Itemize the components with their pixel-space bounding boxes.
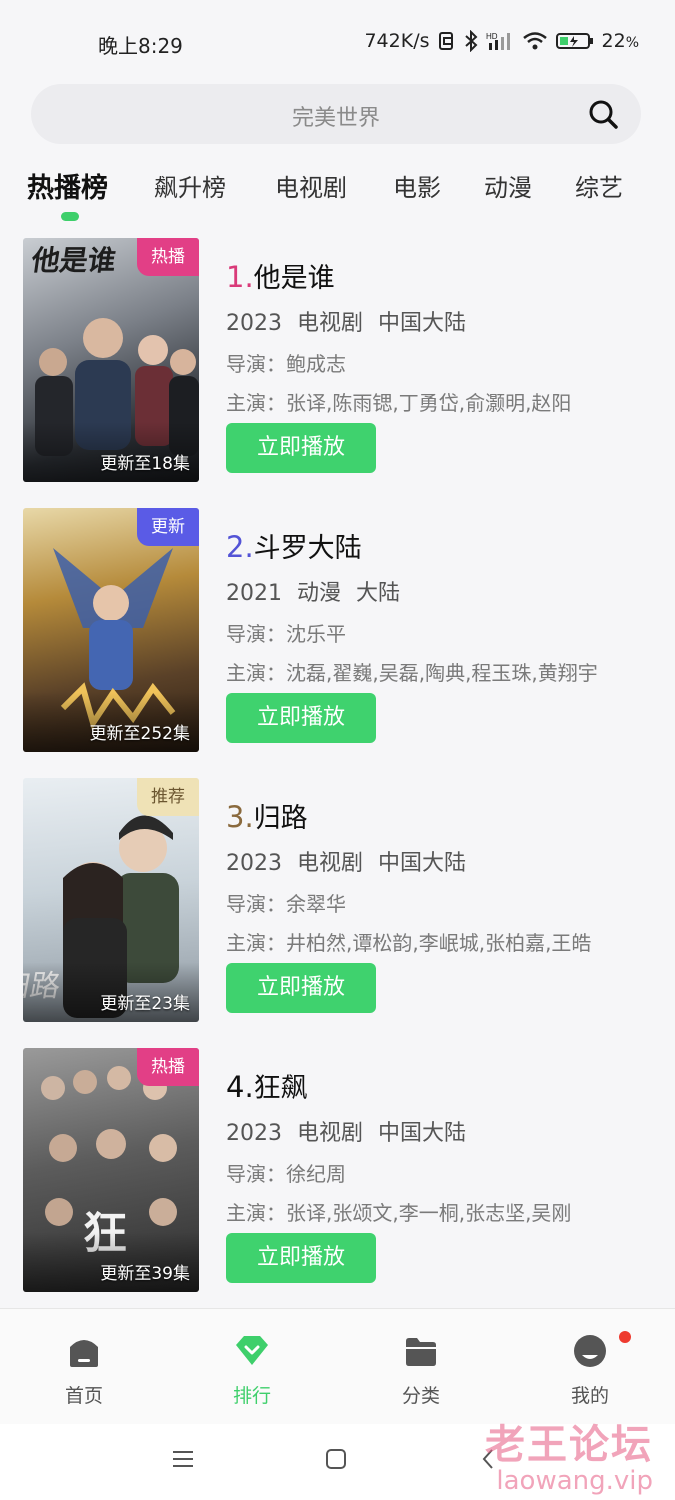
item-region: 大陆 xyxy=(356,581,401,606)
item-type: 电视剧 xyxy=(297,1121,364,1146)
nav-ranking[interactable]: 排行 xyxy=(187,1309,317,1425)
nav-profile-label: 我的 xyxy=(570,1385,609,1407)
home-icon xyxy=(66,1333,102,1369)
list-item[interactable]: 归路 推荐 更新至23集 3.归路 2023 电视剧 中国大陆 导演：余翠华 主… xyxy=(0,778,675,1024)
nav-category[interactable]: 分类 xyxy=(356,1309,486,1425)
item-title-row[interactable]: 3.归路 xyxy=(226,796,308,835)
nav-category-label: 分类 xyxy=(401,1385,440,1407)
item-type: 电视剧 xyxy=(297,311,364,336)
home-square-icon[interactable] xyxy=(325,1448,347,1474)
profile-icon xyxy=(572,1333,608,1369)
signal-icon: HD xyxy=(486,31,514,51)
item-title: 狂飙 xyxy=(253,1073,308,1104)
status-badge: 热播 xyxy=(137,238,199,276)
update-count: 更新至252集 xyxy=(89,724,190,744)
status-bar: 晚上8:29 742K/s HD 22% xyxy=(0,0,675,84)
poster-image[interactable]: 归路 推荐 更新至23集 xyxy=(23,778,199,1022)
battery-icon xyxy=(555,31,594,51)
item-title-row[interactable]: 4.狂飙 xyxy=(226,1066,308,1105)
item-region: 中国大陆 xyxy=(378,1121,467,1146)
folder-icon xyxy=(403,1333,439,1369)
item-meta: 2023 电视剧 中国大陆 xyxy=(226,305,474,337)
nav-ranking-label: 排行 xyxy=(232,1385,271,1407)
status-time: 晚上8:29 xyxy=(98,34,183,58)
play-button[interactable]: 立即播放 xyxy=(226,1233,376,1283)
item-cast: 主演：井柏然,谭松韵,李岷城,张柏嘉,王皓 xyxy=(226,931,592,955)
item-year: 2023 xyxy=(226,1121,282,1146)
net-speed: 742K/s xyxy=(364,30,430,52)
tab-anime[interactable]: 动漫 xyxy=(484,168,532,203)
search-input[interactable]: 完美世界 xyxy=(31,100,641,132)
item-year: 2021 xyxy=(226,581,282,606)
nfc-icon xyxy=(438,31,456,51)
item-meta: 2021 动漫 大陆 xyxy=(226,575,408,607)
rank-number: 1. xyxy=(226,260,254,294)
item-year: 2023 xyxy=(226,311,282,336)
item-director: 导演：鲍成志 xyxy=(226,352,346,376)
rank-number: 3. xyxy=(226,800,254,834)
status-badge: 热播 xyxy=(137,1048,199,1086)
poster-image[interactable]: 更新 更新至252集 xyxy=(23,508,199,752)
play-button[interactable]: 立即播放 xyxy=(226,423,376,473)
update-count: 更新至18集 xyxy=(100,454,190,474)
item-cast: 主演：张译,张颂文,李一桐,张志坚,吴刚 xyxy=(226,1201,572,1225)
tab-indicator xyxy=(61,212,79,221)
status-right: 742K/s HD 22% xyxy=(364,30,639,52)
play-button[interactable]: 立即播放 xyxy=(226,693,376,743)
item-title: 归路 xyxy=(253,803,308,834)
list-item[interactable]: 狂 热播 更新至39集 4.狂飙 2023 电视剧 中国大陆 导演：徐纪周 主演… xyxy=(0,1048,675,1294)
nav-profile[interactable]: 我的 xyxy=(525,1309,655,1425)
item-title: 他是谁 xyxy=(253,263,335,294)
item-director: 导演：余翠华 xyxy=(226,892,346,916)
item-year: 2023 xyxy=(226,851,282,876)
tab-tv[interactable]: 电视剧 xyxy=(275,168,347,203)
item-region: 中国大陆 xyxy=(378,311,467,336)
rank-number: 2. xyxy=(226,530,254,564)
item-meta: 2023 电视剧 中国大陆 xyxy=(226,1115,474,1147)
bottom-nav: 首页 排行 分类 我的 xyxy=(0,1308,675,1425)
item-type: 电视剧 xyxy=(297,851,364,876)
nav-home[interactable]: 首页 xyxy=(19,1309,149,1425)
item-meta: 2023 电视剧 中国大陆 xyxy=(226,845,474,877)
item-title-row[interactable]: 1.他是谁 xyxy=(226,256,335,295)
tab-hot[interactable]: 热播榜 xyxy=(27,166,108,205)
tab-rising[interactable]: 飙升榜 xyxy=(154,168,226,203)
notification-dot xyxy=(619,1331,631,1343)
status-badge: 更新 xyxy=(137,508,199,546)
item-cast: 主演：沈磊,翟巍,吴磊,陶典,程玉珠,黄翔宇 xyxy=(226,661,598,685)
update-count: 更新至23集 xyxy=(100,994,190,1014)
list-item[interactable]: 他是谁 热播 更新至18集 1.他是谁 2023 电视剧 中国大陆 导演：鲍成志… xyxy=(0,238,675,484)
battery-level: 22% xyxy=(601,30,640,52)
poster-image[interactable]: 狂 热播 更新至39集 xyxy=(23,1048,199,1292)
svg-text:他是谁: 他是谁 xyxy=(29,244,119,277)
category-tabs: 热播榜 飙升榜 电视剧 电影 动漫 综艺 xyxy=(0,160,675,221)
watermark-cn: 老王论坛 xyxy=(485,1422,653,1468)
rank-number: 4. xyxy=(226,1070,254,1104)
item-region: 中国大陆 xyxy=(378,851,467,876)
play-button[interactable]: 立即播放 xyxy=(226,963,376,1013)
bluetooth-icon xyxy=(464,30,478,52)
watermark-en: laowang.vip xyxy=(496,1466,653,1496)
tab-movie[interactable]: 电影 xyxy=(393,168,441,203)
nav-home-label: 首页 xyxy=(64,1385,103,1407)
watermark: 老王论坛 laowang.vip xyxy=(485,1412,653,1496)
item-cast: 主演：张译,陈雨锶,丁勇岱,俞灏明,赵阳 xyxy=(226,391,572,415)
item-director: 导演：沈乐平 xyxy=(226,622,346,646)
item-title: 斗罗大陆 xyxy=(253,533,362,564)
status-badge: 推荐 xyxy=(137,778,199,816)
svg-text:HD: HD xyxy=(486,32,498,41)
ranking-icon xyxy=(234,1333,270,1369)
poster-image[interactable]: 他是谁 热播 更新至18集 xyxy=(23,238,199,482)
wifi-icon xyxy=(522,31,548,51)
menu-icon[interactable] xyxy=(172,1448,194,1474)
search-icon[interactable] xyxy=(587,98,619,134)
item-type: 动漫 xyxy=(297,581,342,606)
item-title-row[interactable]: 2.斗罗大陆 xyxy=(226,526,362,565)
update-count: 更新至39集 xyxy=(100,1264,190,1284)
search-bar[interactable]: 完美世界 xyxy=(31,84,641,144)
tab-variety[interactable]: 综艺 xyxy=(575,168,623,203)
item-director: 导演：徐纪周 xyxy=(226,1162,346,1186)
list-item[interactable]: 更新 更新至252集 2.斗罗大陆 2021 动漫 大陆 导演：沈乐平 主演：沈… xyxy=(0,508,675,754)
